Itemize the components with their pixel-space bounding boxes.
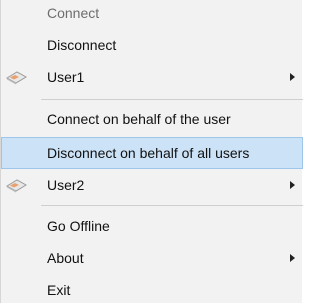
menu-item-connect-label: Connect xyxy=(47,5,100,21)
menu-item-disconnect[interactable]: Disconnect xyxy=(1,29,303,61)
menu-item-exit-label: Exit xyxy=(47,282,71,298)
menu-item-about-label: About xyxy=(47,250,84,266)
menu-item-connect: Connect xyxy=(1,0,303,29)
menu-item-disconnect-all-users-label: Disconnect on behalf of all users xyxy=(47,145,250,161)
menu-item-exit[interactable]: Exit xyxy=(1,274,303,306)
submenu-arrow-icon xyxy=(290,181,295,189)
menu-item-go-offline[interactable]: Go Offline xyxy=(1,210,303,242)
menu-separator xyxy=(41,99,303,100)
submenu-arrow-icon xyxy=(290,254,295,262)
menu-item-connect-on-behalf-label: Connect on behalf of the user xyxy=(47,111,231,127)
menu-item-user1-label: User1 xyxy=(47,69,85,85)
user-card-icon xyxy=(6,179,27,193)
submenu-arrow-icon xyxy=(290,73,295,81)
menu-item-about[interactable]: About xyxy=(1,242,303,274)
context-menu: Connect Disconnect User1 Connect on beha… xyxy=(0,0,303,306)
menu-item-go-offline-label: Go Offline xyxy=(47,218,110,234)
user-card-icon xyxy=(6,71,27,85)
menu-item-user2[interactable]: User2 xyxy=(1,169,303,201)
menu-item-user2-label: User2 xyxy=(47,177,85,193)
menu-item-disconnect-label: Disconnect xyxy=(47,37,117,53)
menu-item-connect-on-behalf[interactable]: Connect on behalf of the user xyxy=(1,103,303,135)
menu-item-disconnect-all-users[interactable]: Disconnect on behalf of all users xyxy=(1,137,303,169)
menu-item-user1[interactable]: User1 xyxy=(1,61,303,93)
menu-separator xyxy=(41,205,303,206)
